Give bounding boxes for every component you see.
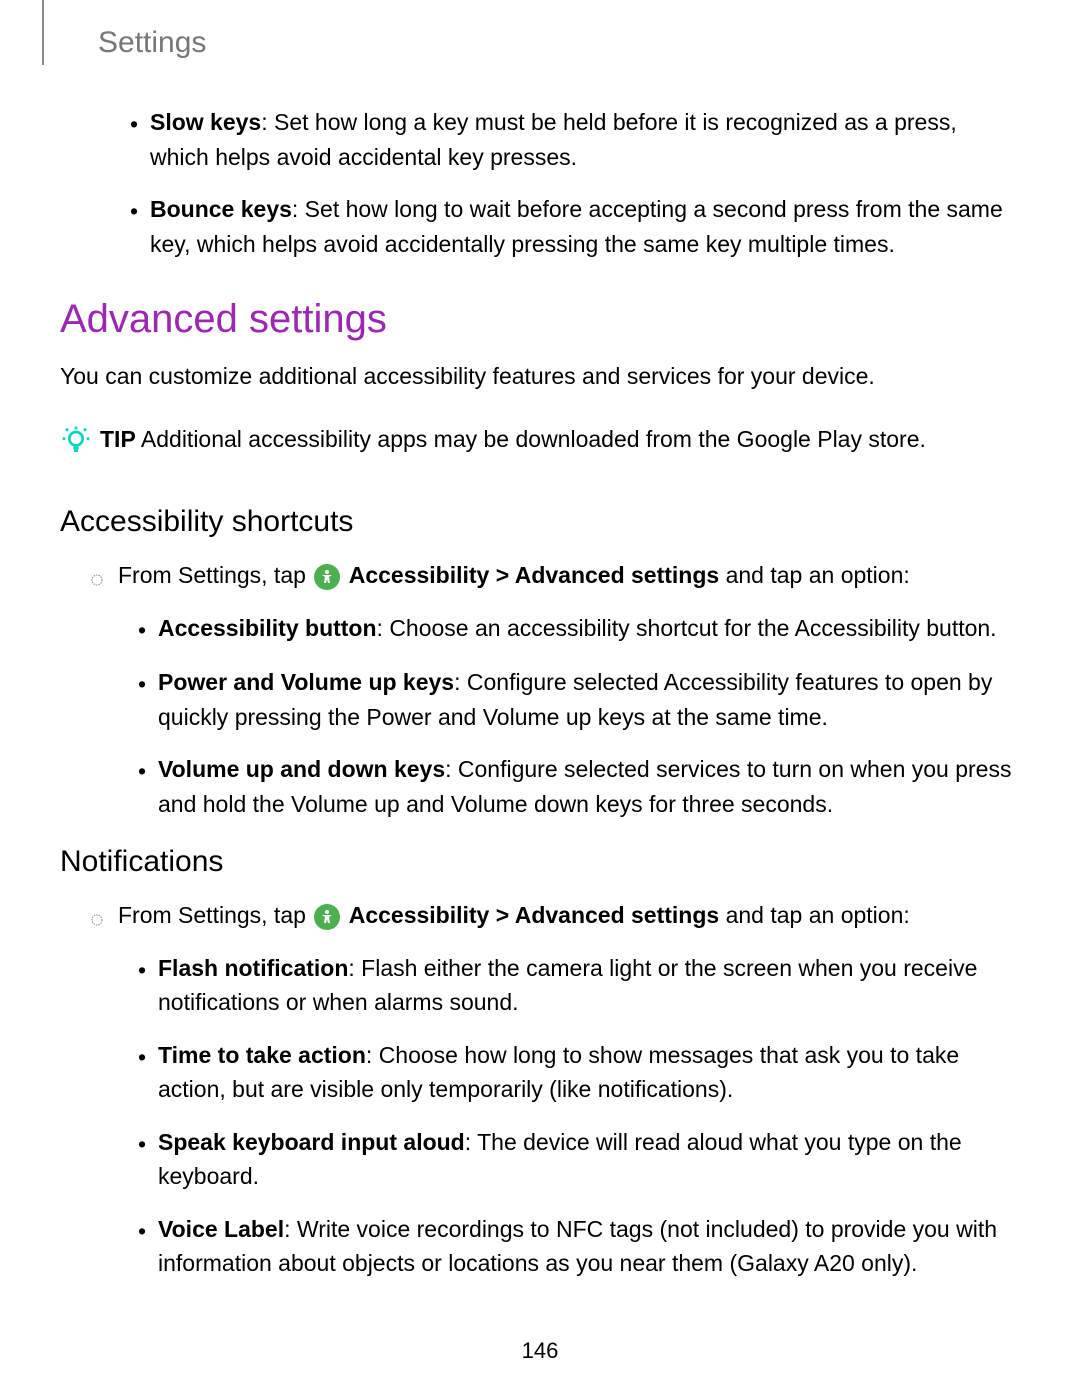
item-rest: : Choose an accessibility shortcut for t… (377, 615, 997, 641)
item-rest: : Set how long a key must be held before… (150, 109, 957, 170)
item-bold: Volume up and down keys (158, 756, 445, 782)
item-rest: : Write voice recordings to NFC tags (no… (158, 1216, 997, 1277)
step-post: and tap an option: (719, 562, 910, 588)
bullet-icon: • (138, 752, 158, 821)
step-row: From Settings, tap Accessibility > Advan… (60, 558, 1020, 597)
accessibility-icon (314, 904, 340, 930)
item-bold: Accessibility button (158, 615, 377, 641)
item-bold: Speak keyboard input aloud (158, 1129, 465, 1155)
step-pre: From Settings, tap (118, 562, 312, 588)
list-item-text: Accessibility button: Choose an accessib… (158, 611, 1020, 648)
list-item-text: Voice Label: Write voice recordings to N… (158, 1212, 1020, 1281)
bullet-icon: • (138, 611, 158, 648)
list-item-text: Flash notification: Flash either the cam… (158, 951, 1020, 1020)
subsection-heading: Accessibility shortcuts (60, 499, 1020, 544)
list-item-text: Slow keys: Set how long a key must be he… (150, 105, 1020, 174)
tip-text: TIP Additional accessibility apps may be… (100, 422, 1020, 457)
accessibility-icon (314, 564, 340, 590)
bullet-icon: • (138, 665, 158, 734)
list-item: • Power and Volume up keys: Configure se… (138, 665, 1020, 734)
nested-list: • Accessibility button: Choose an access… (60, 611, 1020, 822)
bullet-icon: • (138, 951, 158, 1020)
item-bold: Time to take action (158, 1042, 366, 1068)
step-sep: > (489, 902, 514, 928)
bullet-icon: • (138, 1125, 158, 1194)
header-title: Settings (86, 20, 1080, 65)
list-item: • Bounce keys: Set how long to wait befo… (130, 192, 1020, 261)
list-item-text: Volume up and down keys: Configure selec… (158, 752, 1020, 821)
tip-body: Additional accessibility apps may be dow… (136, 426, 926, 452)
list-item-text: Bounce keys: Set how long to wait before… (150, 192, 1020, 261)
lightbulb-icon (60, 422, 100, 466)
list-item-text: Speak keyboard input aloud: The device w… (158, 1125, 1020, 1194)
list-item: • Speak keyboard input aloud: The device… (138, 1125, 1020, 1194)
top-bullet-list: • Slow keys: Set how long a key must be … (60, 105, 1020, 261)
subsection-heading: Notifications (60, 839, 1020, 884)
section-heading: Advanced settings (60, 289, 1020, 349)
bullet-icon: • (130, 192, 150, 261)
tip-label: TIP (100, 426, 136, 452)
step-bold2: Advanced settings (515, 562, 720, 588)
nested-list: • Flash notification: Flash either the c… (60, 951, 1020, 1281)
page-number: 146 (0, 1334, 1080, 1367)
page-header: Settings (42, 0, 1080, 65)
step-text: From Settings, tap Accessibility > Advan… (118, 898, 1020, 933)
step-sep: > (489, 562, 514, 588)
step-post: and tap an option: (719, 902, 910, 928)
item-bold: Slow keys (150, 109, 261, 135)
item-bold: Power and Volume up keys (158, 669, 454, 695)
page-content: • Slow keys: Set how long a key must be … (0, 105, 1080, 1281)
bullet-icon: • (130, 105, 150, 174)
step-bold2: Advanced settings (515, 902, 720, 928)
list-item: • Flash notification: Flash either the c… (138, 951, 1020, 1020)
bullet-icon: • (138, 1038, 158, 1107)
list-item: • Slow keys: Set how long a key must be … (130, 105, 1020, 174)
tip-callout: TIP Additional accessibility apps may be… (60, 422, 1020, 466)
list-item-text: Time to take action: Choose how long to … (158, 1038, 1020, 1107)
list-item: • Voice Label: Write voice recordings to… (138, 1212, 1020, 1281)
step-pre: From Settings, tap (118, 902, 312, 928)
list-item: • Time to take action: Choose how long t… (138, 1038, 1020, 1107)
list-item: • Volume up and down keys: Configure sel… (138, 752, 1020, 821)
step-row: From Settings, tap Accessibility > Advan… (60, 898, 1020, 937)
intro-text: You can customize additional accessibili… (60, 359, 1020, 394)
step-bold1: Accessibility (349, 562, 490, 588)
list-item-text: Power and Volume up keys: Configure sele… (158, 665, 1020, 734)
step-text: From Settings, tap Accessibility > Advan… (118, 558, 1020, 593)
list-item: • Accessibility button: Choose an access… (138, 611, 1020, 648)
hollow-bullet-icon (90, 898, 118, 937)
item-bold: Flash notification (158, 955, 348, 981)
item-bold: Voice Label (158, 1216, 284, 1242)
item-bold: Bounce keys (150, 196, 292, 222)
step-bold1: Accessibility (349, 902, 490, 928)
hollow-bullet-icon (90, 558, 118, 597)
bullet-icon: • (138, 1212, 158, 1281)
